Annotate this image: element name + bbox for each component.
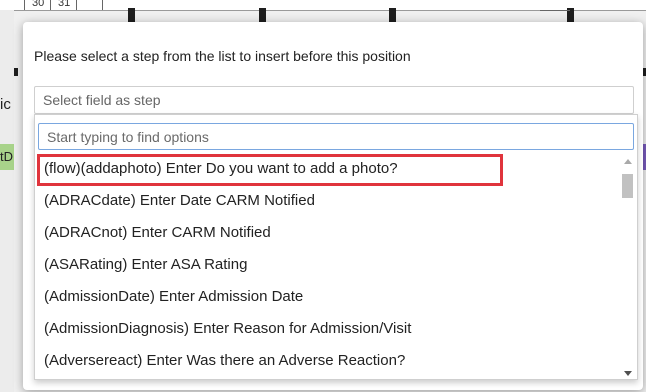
background-divider	[76, 0, 77, 10]
scroll-up-arrow-icon[interactable]	[624, 159, 632, 164]
option-item[interactable]: (ASARating) Enter ASA Rating	[35, 249, 617, 281]
background-cell: 30	[32, 0, 45, 9]
option-list: (flow)(addaphoto) Enter Do you want to a…	[35, 153, 617, 379]
scroll-down-arrow-icon[interactable]	[624, 371, 632, 376]
option-item[interactable]: (AdmissionDiagnosis) Enter Reason for Ad…	[35, 313, 617, 345]
background-marker	[128, 8, 135, 22]
scroll-thumb[interactable]	[622, 174, 633, 198]
background-marker	[389, 8, 396, 22]
option-item[interactable]: (ADRACnot) Enter CARM Notified	[35, 217, 617, 249]
insert-step-dialog: Please select a step from the list to in…	[23, 22, 643, 390]
background-side-label: ic	[0, 96, 11, 113]
option-search-input[interactable]	[38, 123, 634, 150]
screen: 30 31 ic tD Please select a step from th…	[0, 0, 646, 392]
background-cell: 31	[58, 0, 71, 9]
option-item[interactable]: (AdmissionDate) Enter Admission Date	[35, 281, 617, 313]
step-options-dropdown: (flow)(addaphoto) Enter Do you want to a…	[34, 114, 638, 380]
option-list-scrollbar[interactable]	[619, 155, 636, 377]
dialog-prompt: Please select a step from the list to in…	[34, 48, 411, 64]
background-side-label-green: tD	[0, 144, 14, 170]
option-item[interactable]: (Adversereact) Enter Was there an Advers…	[35, 345, 617, 377]
background-divider	[540, 10, 570, 11]
select-placeholder: Select field as step	[43, 92, 161, 108]
background-divider	[102, 0, 103, 10]
background-divider	[24, 0, 25, 10]
option-item[interactable]: (flow)(addaphoto) Enter Do you want to a…	[35, 153, 617, 185]
step-field-select[interactable]: Select field as step	[34, 86, 634, 114]
option-item[interactable]: (ADRACdate) Enter Date CARM Notified	[35, 185, 617, 217]
background-side-panel	[0, 10, 14, 392]
background-divider	[50, 0, 51, 10]
background-marker	[259, 8, 266, 22]
